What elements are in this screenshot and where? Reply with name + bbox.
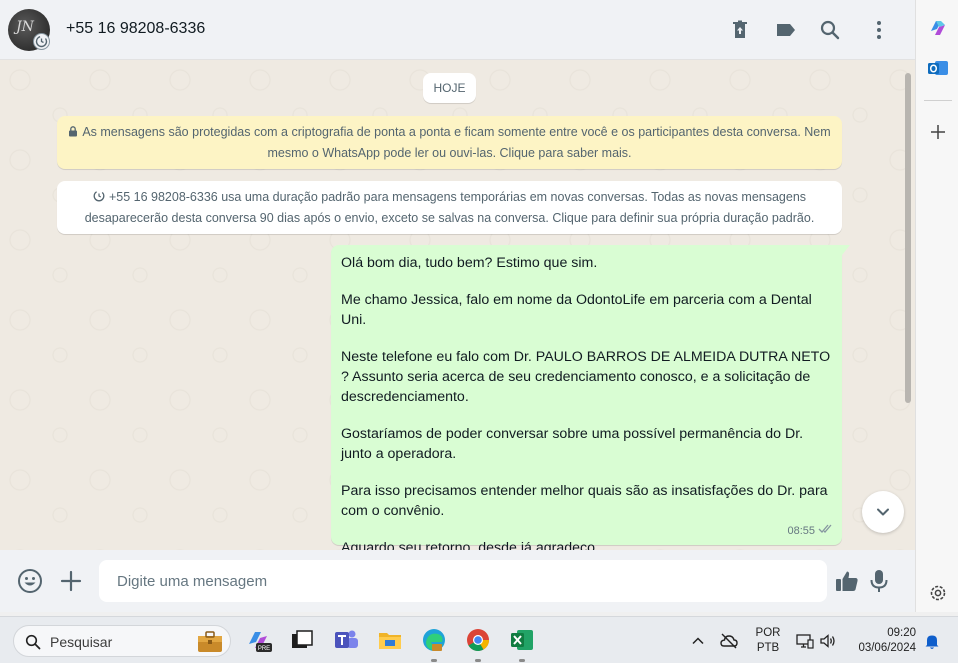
chrome-icon[interactable] — [464, 626, 492, 654]
cloud-offline-icon[interactable] — [719, 631, 739, 651]
sidebar-divider — [924, 100, 952, 101]
taskbar-search[interactable]: Pesquisar — [13, 625, 231, 657]
message-paragraph: Aguardo seu retorno, desde já agradeço. — [341, 540, 599, 550]
message-paragraph: Olá bom dia, tudo bem? Estimo que sim. — [341, 255, 598, 271]
taskbar: Pesquisar PRE POR PTB 09:20 03/06/2024 — [0, 616, 958, 663]
keyboard-layout: PTB — [756, 642, 780, 654]
language-code: POR — [755, 627, 781, 639]
briefcase-icon — [192, 630, 228, 654]
settings-icon[interactable] — [927, 582, 949, 604]
message-input[interactable] — [99, 560, 827, 602]
attach-plus-icon[interactable] — [58, 568, 84, 594]
clock[interactable]: 09:20 03/06/2024 — [850, 626, 916, 656]
whatsapp-window: JN +55 16 98208-6336 HOJE As mensagens s… — [0, 0, 915, 612]
timer-icon — [93, 188, 105, 208]
scroll-to-bottom-button[interactable] — [862, 491, 904, 533]
avatar-logo: JN — [16, 19, 34, 35]
thumbs-up-icon[interactable] — [834, 568, 860, 594]
excel-icon[interactable] — [508, 626, 536, 654]
network-icon[interactable] — [795, 631, 815, 651]
menu-icon[interactable] — [867, 18, 891, 42]
edge-running-indicator — [431, 659, 437, 662]
message-paragraph: Neste telefone eu falo com Dr. PAULO BAR… — [341, 349, 831, 405]
teams-icon[interactable] — [332, 626, 360, 654]
chevron-up-icon[interactable] — [688, 631, 708, 651]
excel-running-indicator — [519, 659, 525, 662]
message-paragraph: Para isso precisamos entender melhor qua… — [341, 483, 828, 519]
search-label: Pesquisar — [50, 634, 113, 650]
scrollbar-thumb[interactable] — [905, 73, 911, 403]
search-icon[interactable] — [818, 18, 842, 42]
chevron-down-icon — [877, 508, 889, 516]
encryption-notice-text: As mensagens são protegidas com a cripto… — [82, 125, 831, 160]
message-list[interactable]: HOJE As mensagens são protegidas com a c… — [0, 60, 915, 550]
temporary-messages-badge-icon — [33, 33, 50, 50]
temporary-notice-text: +55 16 98208-6336 usa uma duração padrão… — [84, 190, 815, 225]
delete-icon[interactable] — [728, 18, 752, 42]
contact-name[interactable]: +55 16 98208-6336 — [66, 20, 205, 38]
message-meta: 08:55 — [787, 521, 834, 541]
clock-time: 09:20 — [887, 627, 916, 639]
copilot-pre-icon[interactable]: PRE — [244, 626, 272, 654]
double-check-icon — [818, 521, 834, 541]
input-language[interactable]: POR PTB — [755, 626, 781, 656]
chrome-running-indicator — [475, 659, 481, 662]
volume-icon[interactable] — [818, 631, 838, 651]
label-icon[interactable] — [774, 18, 798, 42]
browser-sidebar — [915, 0, 958, 612]
svg-text:PRE: PRE — [258, 646, 270, 652]
date-chip: HOJE — [423, 73, 476, 103]
search-icon — [25, 634, 41, 655]
copilot-icon[interactable] — [927, 17, 949, 39]
file-explorer-icon[interactable] — [376, 626, 404, 654]
microphone-icon[interactable] — [866, 568, 892, 594]
encryption-notice[interactable]: As mensagens são protegidas com a cripto… — [57, 116, 842, 169]
notification-bell-icon[interactable] — [922, 631, 942, 651]
message-paragraph: Gostaríamos de poder conversar sobre uma… — [341, 426, 804, 462]
lock-icon — [68, 123, 78, 143]
outgoing-message[interactable]: Olá bom dia, tudo bem? Estimo que sim. M… — [331, 245, 850, 550]
add-icon[interactable] — [927, 121, 949, 143]
chat-header: JN +55 16 98208-6336 — [0, 0, 915, 60]
message-time: 08:55 — [787, 525, 815, 537]
temporary-messages-notice[interactable]: +55 16 98208-6336 usa uma duração padrão… — [57, 181, 842, 234]
emoji-icon[interactable] — [17, 568, 43, 594]
edge-icon[interactable] — [420, 626, 448, 654]
clock-date: 03/06/2024 — [858, 642, 916, 654]
bubble-tail — [842, 245, 850, 255]
outlook-icon[interactable] — [927, 57, 949, 79]
message-composer — [0, 550, 915, 612]
message-paragraph: Me chamo Jessica, falo em nome da Odonto… — [341, 292, 812, 328]
task-view-icon[interactable] — [288, 626, 316, 654]
